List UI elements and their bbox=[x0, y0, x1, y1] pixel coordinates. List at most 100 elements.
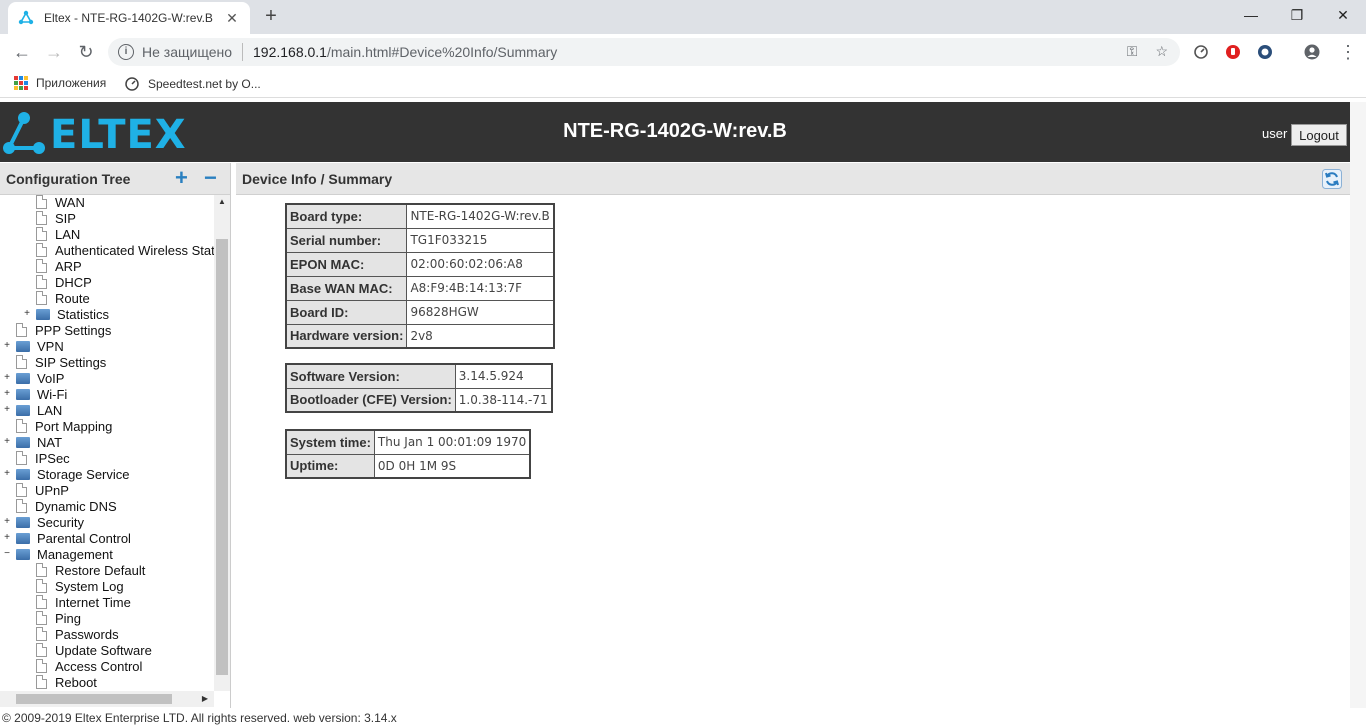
expand-node-icon[interactable]: + bbox=[2, 389, 12, 399]
toggle-spacer bbox=[22, 565, 32, 575]
tree-item[interactable]: + Statistics bbox=[22, 306, 109, 322]
tree-item-label: NAT bbox=[37, 434, 63, 450]
tree-item[interactable]: LAN bbox=[22, 226, 80, 242]
toggle-spacer bbox=[22, 213, 32, 223]
expand-node-icon[interactable]: + bbox=[2, 533, 12, 543]
bookmark-speedtest-label: Speedtest.net by O... bbox=[148, 77, 261, 91]
expand-node-icon[interactable]: + bbox=[2, 437, 12, 447]
tree-item-label: IPSec bbox=[35, 450, 70, 466]
tree-item[interactable]: SIP Settings bbox=[2, 354, 106, 370]
tree-item[interactable]: WAN bbox=[22, 195, 85, 210]
tree-item[interactable]: Authenticated Wireless Stations bbox=[22, 242, 214, 258]
info-value: 2v8 bbox=[406, 323, 555, 349]
speedometer-extension-icon[interactable] bbox=[1193, 44, 1209, 60]
tree-item[interactable]: UPnP bbox=[2, 482, 69, 498]
tree-item[interactable]: + Parental Control bbox=[2, 530, 131, 546]
tree-item[interactable]: System Log bbox=[22, 578, 124, 594]
tree-item[interactable]: IPSec bbox=[2, 450, 70, 466]
document-icon bbox=[36, 227, 47, 241]
expand-all-icon[interactable]: + bbox=[175, 167, 188, 189]
browser-tab[interactable]: Eltex - NTE-RG-1402G-W:rev.B ✕ bbox=[8, 2, 250, 34]
info-row: Board ID: 96828HGW bbox=[285, 299, 555, 325]
profile-avatar-icon[interactable] bbox=[1304, 44, 1320, 60]
url-host: 192.168.0.1 bbox=[253, 44, 327, 60]
tree-item[interactable]: Route bbox=[22, 290, 90, 306]
tree-item[interactable]: SIP bbox=[22, 210, 76, 226]
expand-node-icon[interactable]: + bbox=[2, 405, 12, 415]
tree-item[interactable]: Passwords bbox=[22, 626, 119, 642]
ghostery-extension-icon[interactable] bbox=[1257, 44, 1273, 60]
tree-item[interactable]: + VoIP bbox=[2, 370, 64, 386]
back-arrow-icon[interactable]: ← bbox=[10, 40, 34, 64]
scroll-right-icon[interactable]: ▶ bbox=[198, 691, 212, 707]
info-value: 96828HGW bbox=[406, 299, 555, 325]
expand-node-icon[interactable]: + bbox=[2, 373, 12, 383]
expand-node-icon[interactable]: + bbox=[2, 517, 12, 527]
close-window-icon[interactable]: ✕ bbox=[1320, 0, 1366, 30]
collapse-all-icon[interactable]: − bbox=[204, 167, 217, 189]
close-tab-icon[interactable]: ✕ bbox=[224, 10, 240, 27]
browser-toolbar: ← → ↻ i Не защищено 192.168.0.1 /main.ht… bbox=[0, 34, 1366, 70]
collapse-node-icon[interactable]: − bbox=[2, 549, 12, 559]
tree-item[interactable]: Update Software bbox=[22, 642, 152, 658]
tree-item[interactable]: Ping bbox=[22, 610, 81, 626]
refresh-icon[interactable] bbox=[1322, 169, 1342, 189]
tree-item[interactable]: Internet Time bbox=[22, 594, 131, 610]
tree-item[interactable]: + LAN bbox=[2, 402, 62, 418]
address-bar[interactable]: i Не защищено 192.168.0.1 /main.html#Dev… bbox=[108, 38, 1180, 66]
tree-item[interactable]: Dynamic DNS bbox=[2, 498, 117, 514]
tree-item-label: Passwords bbox=[55, 626, 119, 642]
adblock-extension-icon[interactable] bbox=[1225, 44, 1241, 60]
tree-vertical-scrollbar[interactable]: ▲ bbox=[214, 195, 230, 691]
logout-button[interactable]: Logout bbox=[1291, 124, 1347, 146]
tree-item-label: Security bbox=[37, 514, 84, 530]
bookmark-apps[interactable]: Приложения bbox=[14, 76, 106, 90]
document-icon bbox=[36, 195, 47, 209]
info-value: 0D 0H 1M 9S bbox=[373, 453, 531, 479]
tree-item[interactable]: Reboot bbox=[22, 674, 97, 690]
forward-arrow-icon[interactable]: → bbox=[42, 40, 66, 64]
tree-horizontal-scrollbar[interactable]: ▶ bbox=[0, 691, 214, 707]
info-icon[interactable]: i bbox=[118, 44, 134, 60]
bookmark-star-icon[interactable]: ☆ bbox=[1155, 43, 1168, 60]
tree-horizontal-scroll-thumb[interactable] bbox=[16, 694, 172, 704]
tree-item[interactable]: + Wi-Fi bbox=[2, 386, 67, 402]
tree-item[interactable]: ARP bbox=[22, 258, 82, 274]
key-icon[interactable]: ⚿ bbox=[1127, 43, 1138, 60]
tree-item-label: Wi-Fi bbox=[37, 386, 68, 402]
expand-node-icon[interactable]: + bbox=[22, 309, 32, 319]
footer-copyright: © 2009-2019 Eltex Enterprise LTD. All ri… bbox=[0, 708, 1366, 728]
toggle-spacer bbox=[2, 357, 12, 367]
bookmark-speedtest[interactable]: Speedtest.net by O... bbox=[124, 76, 261, 92]
expand-node-icon[interactable]: + bbox=[2, 469, 12, 479]
document-icon bbox=[16, 499, 27, 513]
tree-item[interactable]: + Security bbox=[2, 514, 84, 530]
scroll-up-icon[interactable]: ▲ bbox=[214, 197, 230, 209]
tree-item-label: WAN bbox=[55, 195, 85, 210]
tree-item[interactable]: PPP Settings bbox=[2, 322, 111, 338]
expand-node-icon[interactable]: + bbox=[2, 341, 12, 351]
system-time-table: System time: Thu Jan 1 00:01:09 1970 Uptim… bbox=[285, 429, 532, 479]
document-icon bbox=[36, 627, 47, 641]
tree-item[interactable]: DHCP bbox=[22, 274, 92, 290]
new-tab-button[interactable]: + bbox=[258, 4, 284, 30]
tree-item[interactable]: + NAT bbox=[2, 434, 62, 450]
restore-icon[interactable]: ❐ bbox=[1274, 0, 1320, 30]
tree-item[interactable]: Restore Default bbox=[22, 562, 145, 578]
tree-item[interactable]: + VPN bbox=[2, 338, 64, 354]
tree-item[interactable]: − Management bbox=[2, 546, 113, 562]
folder-icon bbox=[16, 532, 30, 544]
reload-icon[interactable]: ↻ bbox=[74, 40, 98, 64]
bookmarks-bar: Приложения Speedtest.net by O... bbox=[0, 70, 1366, 98]
board-info-table: Board type: NTE-RG-1402G-W:rev.B Serial nu… bbox=[285, 203, 555, 349]
tree-item-label: Port Mapping bbox=[35, 418, 113, 434]
tree-item[interactable]: + Storage Service bbox=[2, 466, 129, 482]
tree-item[interactable]: Port Mapping bbox=[2, 418, 112, 434]
document-icon bbox=[36, 643, 47, 657]
tree-vertical-scroll-thumb[interactable] bbox=[216, 239, 228, 675]
browser-menu-icon[interactable]: ⋮ bbox=[1336, 40, 1360, 64]
info-label: EPON MAC: bbox=[285, 251, 408, 277]
tree-item[interactable]: Access Control bbox=[22, 658, 142, 674]
minimize-icon[interactable]: — bbox=[1228, 0, 1274, 30]
page-vertical-scrollbar[interactable] bbox=[1350, 102, 1366, 708]
